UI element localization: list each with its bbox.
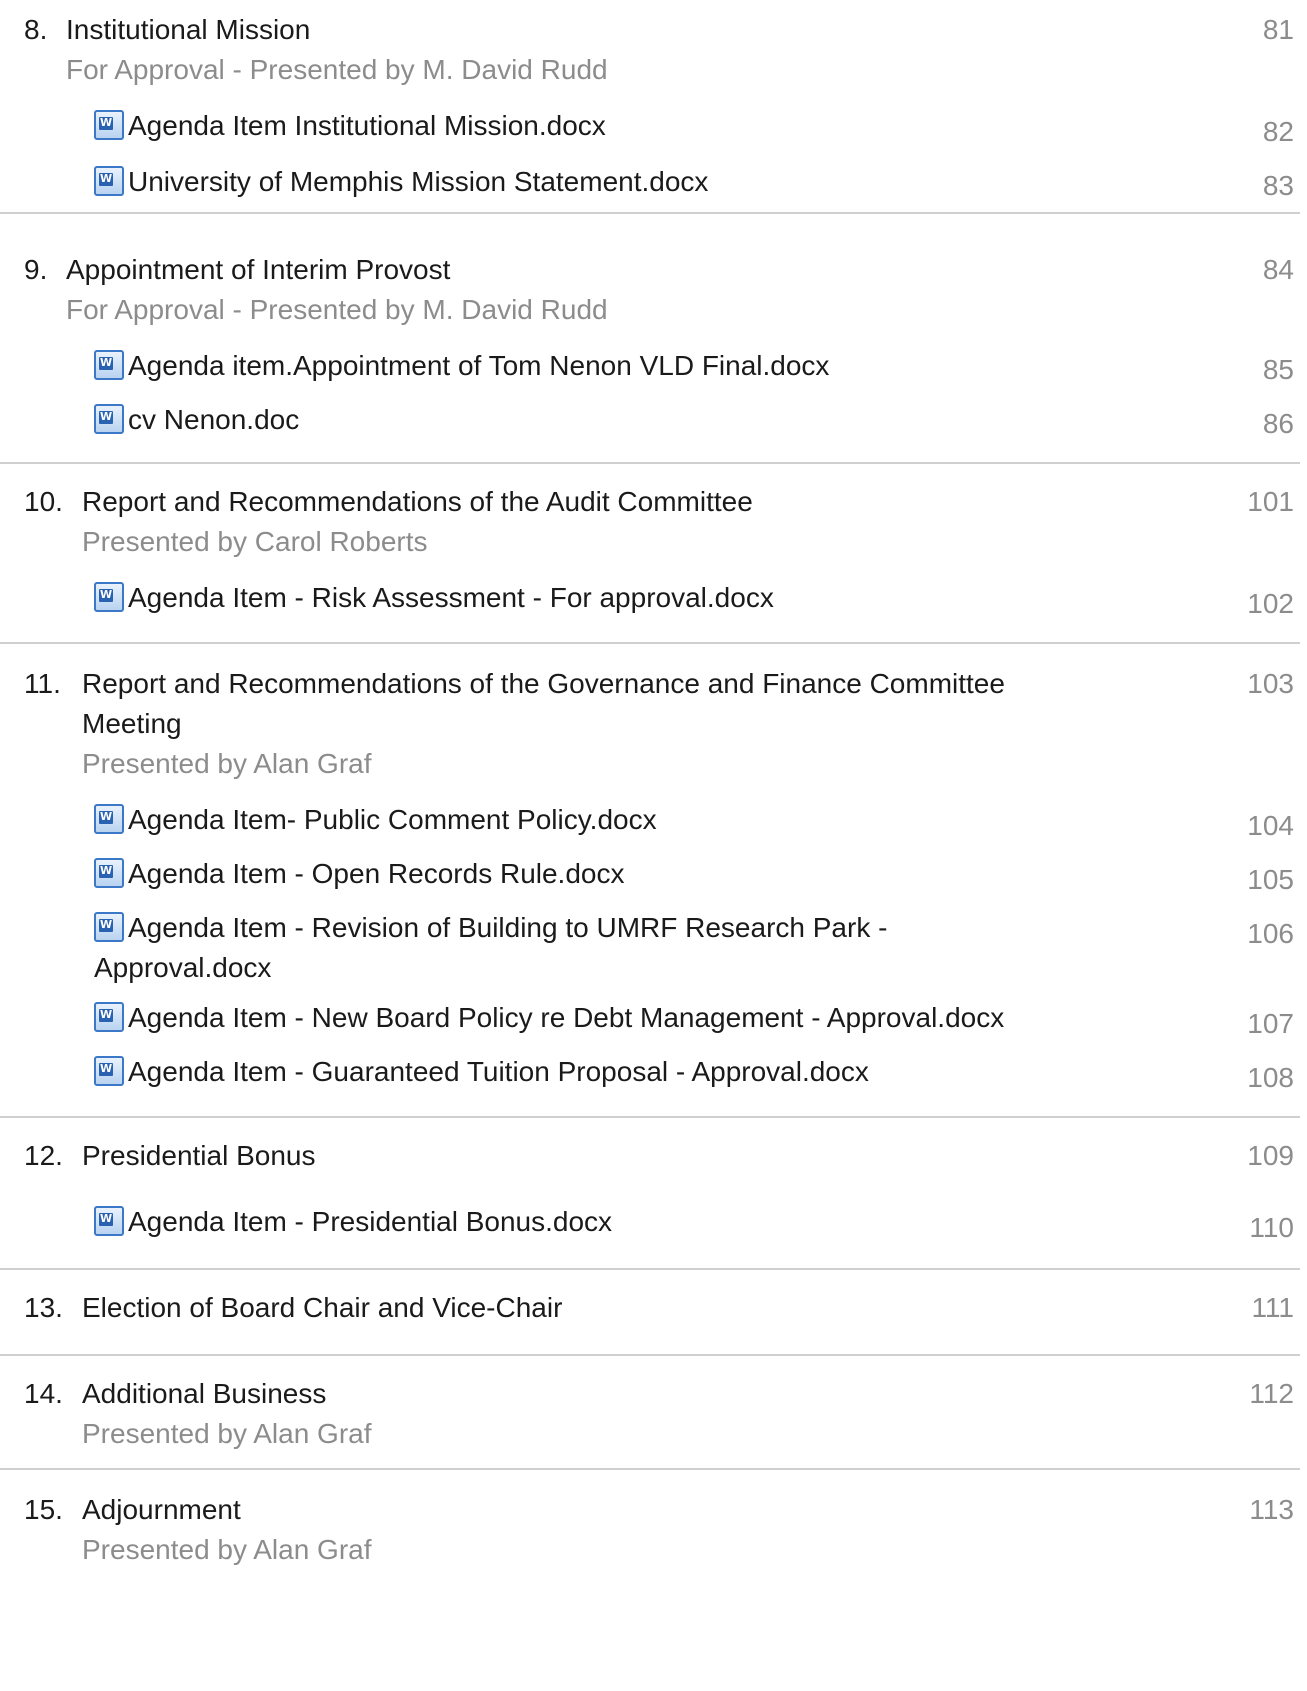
item-title[interactable]: Appointment of Interim Provost <box>66 250 1126 290</box>
word-document-icon <box>94 110 124 140</box>
document-link[interactable]: University of Memphis Mission Statement.… <box>94 162 1164 202</box>
item-presenter: For Approval - Presented by M. David Rud… <box>66 294 608 325</box>
item-number: 9. <box>24 254 48 285</box>
document-name: Agenda Item - Presidential Bonus.docx <box>128 1206 613 1237</box>
item-title[interactable]: Adjournment <box>82 1490 1142 1530</box>
agenda-list: 8. Institutional Mission 81 For Approval… <box>0 0 1307 1600</box>
item-page-number: 101 <box>1247 486 1294 517</box>
document-page-number: 106 <box>1247 918 1294 949</box>
document-page-number: 102 <box>1247 588 1294 619</box>
word-document-icon <box>94 350 124 380</box>
item-title[interactable]: Report and Recommendations of the Audit … <box>82 482 1142 522</box>
document-link[interactable]: Agenda Item - Revision of Building to UM… <box>94 908 994 988</box>
document-link[interactable]: Agenda Item - New Board Policy re Debt M… <box>94 998 1164 1038</box>
item-number: 8. <box>24 14 48 45</box>
document-name: Agenda Item - Risk Assessment - For appr… <box>128 582 774 613</box>
document-link[interactable]: Agenda Item - Risk Assessment - For appr… <box>94 578 1164 618</box>
document-page-number: 105 <box>1247 864 1294 895</box>
item-presenter: Presented by Alan Graf <box>82 1534 372 1565</box>
agenda-item: 13. Election of Board Chair and Vice-Cha… <box>0 1270 1300 1356</box>
document-link[interactable]: Agenda Item - Presidential Bonus.docx <box>94 1202 1164 1242</box>
agenda-item: 8. Institutional Mission 81 For Approval… <box>0 0 1300 214</box>
item-page-number: 112 <box>1249 1378 1294 1409</box>
item-page-number: 81 <box>1262 14 1294 45</box>
agenda-item: 9. Appointment of Interim Provost 84 For… <box>0 214 1300 464</box>
word-document-icon <box>94 1206 124 1236</box>
document-link[interactable]: Agenda Item - Guaranteed Tuition Proposa… <box>94 1052 1164 1092</box>
document-page-number: 85 <box>1262 354 1294 385</box>
item-title[interactable]: Additional Business <box>82 1374 1142 1414</box>
item-title[interactable]: Institutional Mission <box>66 10 1126 50</box>
word-document-icon <box>94 166 124 196</box>
word-document-icon <box>94 912 124 942</box>
item-number: 15. <box>24 1494 63 1525</box>
document-name: Agenda Item - Guaranteed Tuition Proposa… <box>128 1056 869 1087</box>
document-link[interactable]: Agenda item.Appointment of Tom Nenon VLD… <box>94 346 1164 386</box>
document-page-number: 104 <box>1247 810 1294 841</box>
item-page-number: 84 <box>1262 254 1294 285</box>
item-number: 13. <box>24 1292 63 1323</box>
item-title[interactable]: Report and Recommendations of the Govern… <box>82 664 1082 744</box>
item-number: 10. <box>24 486 63 517</box>
word-document-icon <box>94 404 124 434</box>
document-name: Agenda Item - New Board Policy re Debt M… <box>128 1002 1005 1033</box>
agenda-item: 14. Additional Business 112 Presented by… <box>0 1356 1300 1470</box>
item-presenter: For Approval - Presented by M. David Rud… <box>66 54 608 85</box>
document-page-number: 83 <box>1262 170 1294 201</box>
agenda-item: 15. Adjournment 113 Presented by Alan Gr… <box>0 1470 1300 1600</box>
document-page-number: 110 <box>1249 1212 1294 1243</box>
item-presenter: Presented by Alan Graf <box>82 1418 372 1449</box>
document-name: Agenda Item- Public Comment Policy.docx <box>128 804 657 835</box>
document-name: cv Nenon.doc <box>128 404 300 435</box>
word-document-icon <box>94 858 124 888</box>
item-page-number: 111 <box>1251 1292 1294 1323</box>
agenda-item: 10. Report and Recommendations of the Au… <box>0 464 1300 644</box>
document-page-number: 107 <box>1247 1008 1294 1039</box>
document-link[interactable]: cv Nenon.doc <box>94 400 1164 440</box>
item-number: 12. <box>24 1140 63 1171</box>
item-presenter: Presented by Alan Graf <box>82 748 372 779</box>
item-page-number: 113 <box>1249 1494 1294 1525</box>
agenda-item: 12. Presidential Bonus 109 Agenda Item -… <box>0 1118 1300 1270</box>
item-page-number: 103 <box>1247 668 1294 699</box>
document-page-number: 82 <box>1262 116 1294 147</box>
item-title[interactable]: Election of Board Chair and Vice-Chair <box>82 1288 1142 1328</box>
item-page-number: 109 <box>1247 1140 1294 1171</box>
document-link[interactable]: Agenda Item- Public Comment Policy.docx <box>94 800 1164 840</box>
document-page-number: 86 <box>1262 408 1294 439</box>
word-document-icon <box>94 804 124 834</box>
word-document-icon <box>94 1056 124 1086</box>
item-title[interactable]: Presidential Bonus <box>82 1136 1142 1176</box>
agenda-item: 11. Report and Recommendations of the Go… <box>0 644 1300 1118</box>
document-name: University of Memphis Mission Statement.… <box>128 166 709 197</box>
item-number: 11. <box>24 668 61 699</box>
document-name: Agenda item.Appointment of Tom Nenon VLD… <box>128 350 830 381</box>
document-name: Agenda Item Institutional Mission.docx <box>128 110 606 141</box>
item-number: 14. <box>24 1378 63 1409</box>
document-link[interactable]: Agenda Item - Open Records Rule.docx <box>94 854 1164 894</box>
document-name: Agenda Item - Open Records Rule.docx <box>128 858 625 889</box>
document-link[interactable]: Agenda Item Institutional Mission.docx <box>94 106 1164 146</box>
document-name: Agenda Item - Revision of Building to UM… <box>94 912 888 983</box>
item-presenter: Presented by Carol Roberts <box>82 526 428 557</box>
document-page-number: 108 <box>1247 1062 1294 1093</box>
word-document-icon <box>94 1002 124 1032</box>
word-document-icon <box>94 582 124 612</box>
